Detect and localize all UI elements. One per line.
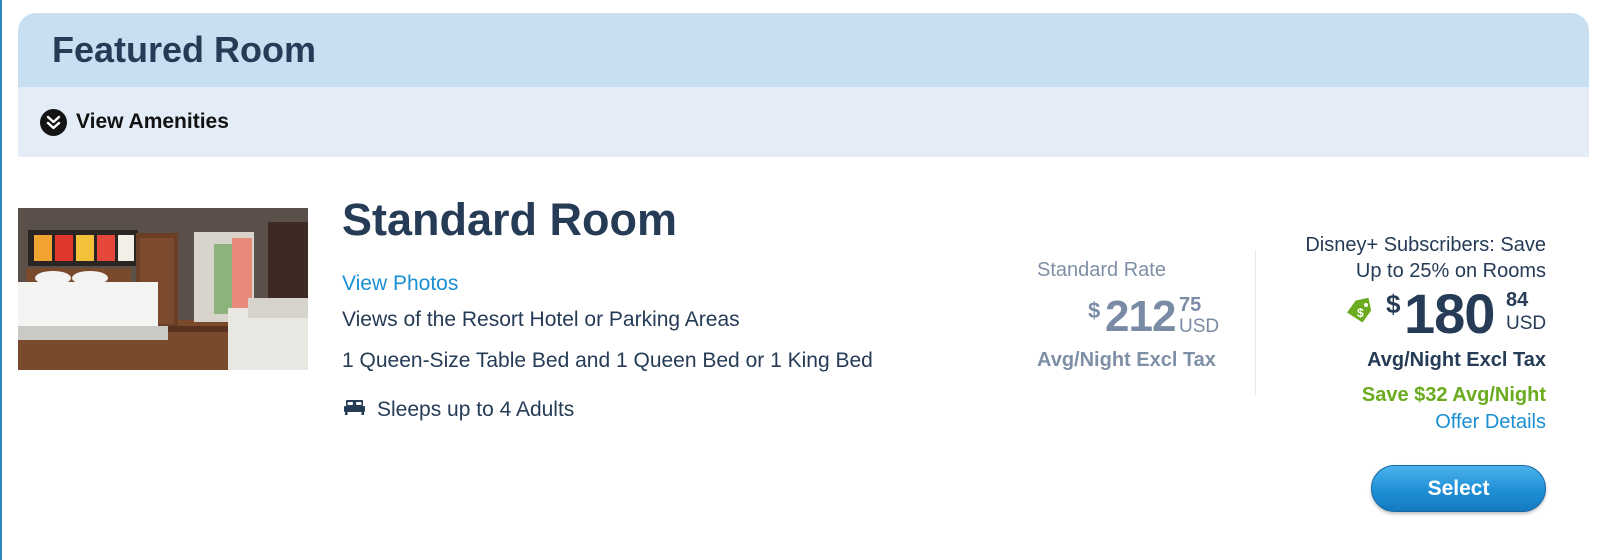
- svg-text:$: $: [1357, 306, 1364, 320]
- savings-amount: Save $32 Avg/Night: [1361, 384, 1546, 406]
- sleeps-label: Sleeps up to 4 Adults: [377, 398, 575, 421]
- rate-divider: [1255, 250, 1256, 395]
- room-photo[interactable]: [18, 208, 308, 370]
- offer-details-link[interactable]: Offer Details: [1290, 411, 1546, 434]
- price-tag-icon: $: [1344, 297, 1374, 329]
- sleeps-info: Sleeps up to 4 Adults: [344, 398, 574, 422]
- select-button[interactable]: Select: [1371, 465, 1546, 512]
- view-photos-link[interactable]: View Photos: [342, 272, 458, 296]
- standard-currency-symbol: $: [1088, 298, 1101, 323]
- view-amenities-label: View Amenities: [76, 110, 229, 133]
- promo-price-cents: 84: [1506, 289, 1529, 311]
- amenities-bar: View Amenities: [18, 87, 1589, 157]
- room-view-description: Views of the Resort Hotel or Parking Are…: [342, 308, 740, 331]
- page-left-border: [0, 0, 2, 560]
- standard-rate-price: $ 212 75 USD: [1085, 292, 1221, 342]
- standard-rate-label: Standard Rate: [1037, 259, 1166, 281]
- room-name: Standard Room: [342, 194, 678, 245]
- bed-configuration: 1 Queen-Size Table Bed and 1 Queen Bed o…: [342, 349, 873, 372]
- promo-price-currency: USD: [1506, 313, 1547, 334]
- standard-price-cents: 75: [1179, 294, 1202, 316]
- double-chevron-down-icon: [40, 108, 67, 136]
- section-title: Featured Room: [52, 29, 317, 70]
- featured-room-header: Featured Room: [18, 13, 1589, 87]
- promo-offer-text: Disney+ Subscribers: Save Up to 25% on R…: [1305, 234, 1546, 282]
- standard-price-dollars: 212: [1105, 292, 1176, 341]
- standard-price-currency: USD: [1179, 316, 1220, 337]
- promo-currency-symbol: $: [1386, 289, 1401, 319]
- promo-rate-per-night: Avg/Night Excl Tax: [1367, 349, 1546, 371]
- promo-price-dollars: 180: [1404, 282, 1495, 345]
- view-amenities-toggle[interactable]: View Amenities: [40, 108, 229, 136]
- standard-rate-per-night: Avg/Night Excl Tax: [1037, 349, 1216, 371]
- bed-icon: [344, 399, 365, 421]
- promo-rate-price: $ 180 84 USD: [1384, 282, 1549, 345]
